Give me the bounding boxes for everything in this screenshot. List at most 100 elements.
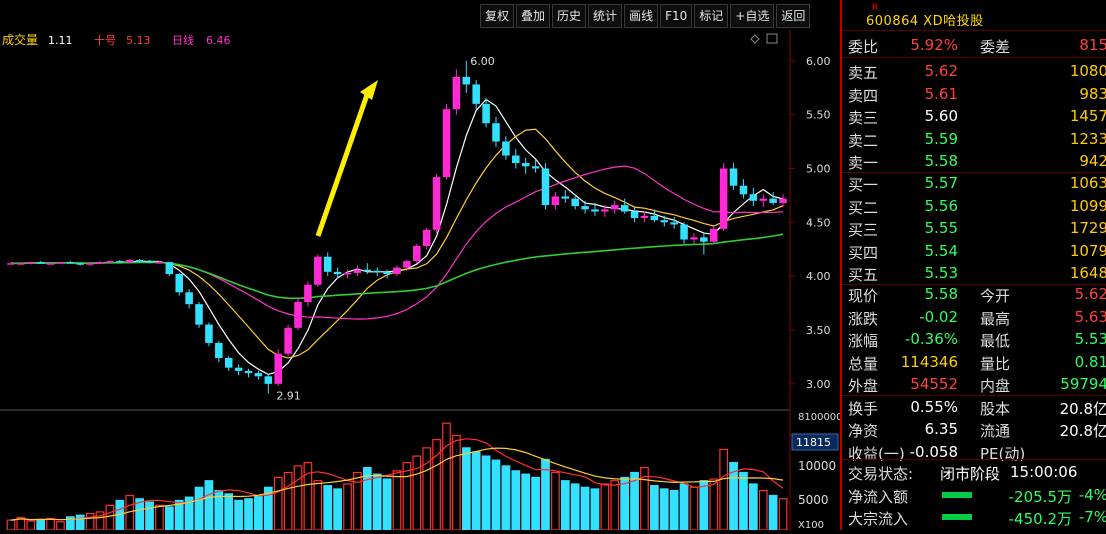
candle	[185, 289, 193, 309]
bid-row[interactable]: 买二 5.56 1099	[842, 195, 1106, 217]
chart-corner-icons[interactable]	[750, 33, 778, 44]
quote-label2: 量比	[980, 354, 1011, 373]
candle	[719, 163, 728, 231]
candle	[442, 103, 451, 180]
low-label: 2.91	[276, 390, 301, 403]
volume-bar	[758, 489, 768, 531]
quote-value: 0.55%	[910, 397, 958, 416]
volume-bar	[570, 483, 580, 531]
volume-bar	[669, 489, 679, 531]
ask-volume: 1233	[1069, 129, 1106, 148]
volume-bar	[402, 462, 412, 531]
volume-bar	[283, 471, 293, 531]
ratio-value2: 815	[1079, 36, 1106, 54]
bid-volume: 1063	[1069, 174, 1106, 192]
candle	[195, 302, 203, 328]
candle	[561, 190, 570, 203]
legend-v1: 1.11	[48, 34, 73, 47]
volume-bar	[56, 521, 65, 531]
legend-ma2: 日线	[172, 33, 194, 47]
volume-bar	[748, 483, 758, 531]
toolbar-btn-5[interactable]: F10	[660, 4, 693, 28]
ask-volume: 942	[1079, 152, 1106, 170]
quote-label: 总量	[848, 354, 879, 373]
candle	[215, 340, 223, 363]
toolbar-btn-6[interactable]: 标记	[694, 4, 729, 28]
ratio-value: 5.92%	[910, 36, 958, 54]
quote-value: 54552	[910, 375, 958, 393]
volume-bar	[164, 506, 174, 531]
candle	[56, 262, 65, 265]
quote-value: 114346	[900, 352, 958, 371]
volume-bar	[709, 478, 719, 531]
volume-bar	[739, 471, 748, 531]
legend-v2: 5.13	[126, 34, 151, 47]
toolbar-btn-8[interactable]: 返回	[776, 4, 811, 28]
quote-value2: 5.53	[1074, 330, 1106, 348]
bid-row[interactable]: 买五 5.53 1648	[842, 262, 1106, 284]
kline-chart[interactable]: 成交量 1.11 十号 5.13 日线 6.46 6.00 2.91 6.00 5.…	[0, 30, 843, 531]
flow-value: -450.2万	[1008, 510, 1072, 528]
volume-bar	[719, 448, 729, 531]
quote-value: -0.36%	[904, 330, 958, 348]
volume-bar	[382, 478, 392, 531]
ask-row[interactable]: 卖一 5.58 942	[842, 150, 1106, 172]
ask-row[interactable]: 卖二 5.59 1233	[842, 128, 1106, 150]
quote-row: 外盘 54552 内盘 59794	[842, 373, 1106, 395]
ask-row[interactable]: 卖五 5.62 1080	[842, 60, 1106, 82]
diamond-icon[interactable]	[750, 34, 760, 44]
volume-bar	[313, 480, 323, 531]
ask-price: 5.62	[924, 62, 958, 80]
volume-bar	[254, 494, 263, 531]
volume-bar	[521, 473, 531, 531]
toolbar-btn-4[interactable]: 画线	[624, 4, 659, 28]
bid-row[interactable]: 买四 5.54 1079	[842, 240, 1106, 262]
bid-label: 买一	[848, 176, 879, 194]
ask-price: 5.61	[924, 84, 958, 103]
candle	[274, 349, 282, 386]
ratio-row: 委比 5.92% 委差 815	[842, 34, 1106, 56]
volume-bar	[46, 517, 55, 531]
volume-bar	[36, 518, 46, 531]
candles: 6.00 2.91	[7, 55, 787, 403]
bid-row[interactable]: 买一 5.57 1063	[842, 172, 1106, 194]
kline-chart-svg[interactable]: 成交量 1.11 十号 5.13 日线 6.46 6.00 2.91 6.00 5.…	[0, 30, 843, 531]
candle	[452, 69, 461, 115]
bid-volume: 1648	[1069, 264, 1106, 282]
toolbar-btn-3[interactable]: 统计	[588, 4, 623, 28]
toolbar-btn-1[interactable]: 叠加	[516, 4, 551, 28]
ma-line-5	[10, 98, 784, 376]
volume-bar	[580, 486, 590, 531]
quote-label: 换手	[848, 399, 879, 418]
volume-bar	[610, 480, 620, 531]
bid-label: 买四	[848, 243, 879, 262]
candle	[26, 262, 35, 265]
toolbar-btn-7[interactable]: +自选	[730, 4, 775, 28]
toolbar-btn-0[interactable]: 复权	[480, 4, 515, 28]
stock-code[interactable]: 600864 XD哈投股	[866, 10, 984, 29]
toolbar-btn-2[interactable]: 历史	[552, 4, 587, 28]
volume-bar	[491, 459, 501, 531]
candle	[175, 272, 183, 296]
ask-row[interactable]: 卖三 5.60 1457	[842, 105, 1106, 127]
quote-label2: 最低	[980, 332, 1011, 350]
quote-value: -0.02	[919, 307, 958, 326]
vol-current: 11815	[796, 436, 831, 449]
quote-value: 5.58	[924, 285, 958, 303]
candle	[759, 194, 768, 208]
quote-label: 涨跌	[848, 309, 879, 328]
window-icon[interactable]	[766, 33, 778, 44]
ask-volume: 983	[1079, 84, 1106, 103]
bid-row[interactable]: 买三 5.55 1729	[842, 217, 1106, 239]
volume-bar	[343, 483, 352, 531]
candle	[353, 265, 362, 277]
quote-label2: 流通	[980, 422, 1011, 440]
candle	[670, 216, 678, 229]
ask-row[interactable]: 卖四 5.61 983	[842, 83, 1106, 105]
quote-value2: 5.63	[1074, 307, 1106, 326]
bid-label: 买二	[848, 198, 879, 217]
candle	[521, 157, 530, 174]
quote-row: 总量 114346 量比 0.81	[842, 351, 1106, 373]
volume-bar	[333, 488, 342, 531]
ask-label: 卖四	[848, 86, 879, 105]
